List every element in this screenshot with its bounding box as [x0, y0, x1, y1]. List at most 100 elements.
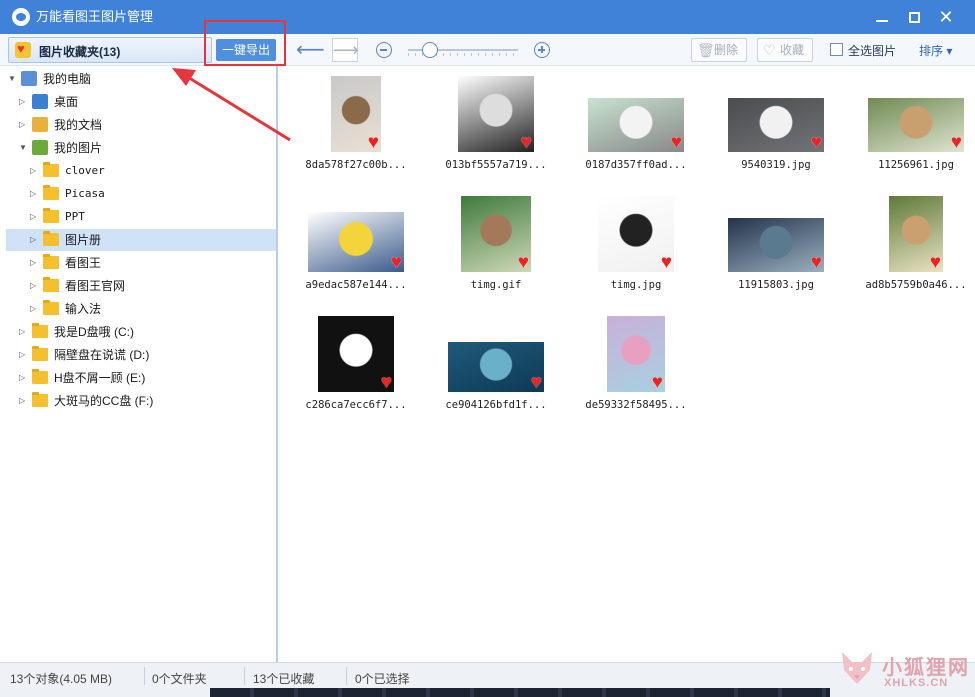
status-folders: 0个文件夹	[152, 672, 207, 686]
favorite-heart-icon[interactable]: ♥	[391, 253, 402, 272]
thumbnail-image[interactable]: ♥	[588, 98, 684, 152]
delete-button[interactable]: 🗑 删除	[691, 38, 747, 62]
thumbnail-image[interactable]: ♥	[318, 316, 394, 392]
collapsed-arrow-icon[interactable]: ▷	[30, 275, 40, 297]
favorite-heart-icon[interactable]: ♥	[951, 133, 962, 152]
collapsed-arrow-icon[interactable]: ▷	[30, 160, 40, 182]
collapsed-arrow-icon[interactable]: ▷	[19, 367, 29, 389]
favorite-heart-icon[interactable]: ♥	[930, 253, 941, 272]
tree-item-label: H盘不屑一顾 (E:)	[54, 371, 146, 385]
tree-item-folder[interactable]: ▷ 看图王	[6, 252, 276, 274]
thumbnail-image[interactable]: ♥	[331, 76, 381, 152]
minimize-button[interactable]	[870, 6, 894, 28]
tree-item-drive[interactable]: ▷ 大斑马的CC盘 (F:)	[6, 390, 276, 412]
computer-icon	[21, 71, 37, 86]
sort-menu[interactable]: 排序 ▾	[919, 42, 952, 59]
tree-item-documents[interactable]: ▷ 我的文档	[6, 114, 276, 136]
tree-item-drive[interactable]: ▷ H盘不屑一顾 (E:)	[6, 367, 276, 389]
favorite-heart-icon[interactable]: ♥	[381, 373, 392, 392]
collapsed-arrow-icon[interactable]: ▷	[30, 298, 40, 320]
folder-icon	[43, 162, 59, 177]
select-all-label[interactable]: 全选图片	[848, 42, 896, 59]
favorites-folder-selector[interactable]: 图片收藏夹(13)	[8, 37, 212, 63]
close-button[interactable]: ✕	[934, 6, 958, 28]
thumbnail-item[interactable]: ♥ 11256961.jpg	[846, 72, 975, 192]
thumbnail-item[interactable]: ♥ timg.jpg	[566, 192, 706, 312]
thumbnail-image[interactable]: ♥	[458, 76, 534, 152]
forward-arrow-icon[interactable]: ⟶	[332, 38, 359, 62]
tree-item-folder[interactable]: ▷ 输入法	[6, 298, 276, 320]
thumbnail-filename: 11256961.jpg	[878, 159, 954, 171]
tree-item-folder[interactable]: ▷ Picasa	[6, 183, 276, 205]
tree-item-drive[interactable]: ▷ 隔壁盘在说谎 (D:)	[6, 344, 276, 366]
tree-item-drive[interactable]: ▷ 我是D盘哦 (C:)	[6, 321, 276, 343]
tree-item-desktop[interactable]: ▷ 桌面	[6, 91, 276, 113]
favorite-heart-icon[interactable]: ♥	[671, 133, 682, 152]
favorite-heart-icon[interactable]: ♥	[518, 253, 529, 272]
tree-item-my-computer[interactable]: ▼ 我的电脑	[6, 68, 276, 90]
favorite-heart-icon[interactable]: ♥	[661, 253, 672, 272]
thumbnail-image[interactable]: ♥	[598, 196, 674, 272]
status-selected: 0个已选择	[355, 672, 410, 686]
back-arrow-icon[interactable]: ⟵	[296, 38, 325, 62]
favorite-heart-icon[interactable]: ♥	[368, 133, 379, 152]
thumbnail-item[interactable]: ♥ 9540319.jpg	[706, 72, 846, 192]
status-favorited: 13个已收藏	[253, 672, 315, 686]
thumbnail-item[interactable]: ♥ timg.gif	[426, 192, 566, 312]
collapsed-arrow-icon[interactable]: ▷	[19, 344, 29, 366]
thumbnail-image[interactable]: ♥	[889, 196, 943, 272]
tree-item-folder[interactable]: ▷ 看图王官网	[6, 275, 276, 297]
thumbnail-item[interactable]: ♥ 11915803.jpg	[706, 192, 846, 312]
collapsed-arrow-icon[interactable]: ▷	[30, 183, 40, 205]
caret-down-icon: ▾	[946, 44, 953, 58]
sort-label: 排序	[919, 44, 944, 58]
folder-icon	[32, 346, 48, 361]
collapsed-arrow-icon[interactable]: ▷	[30, 206, 40, 228]
tree-item-folder[interactable]: ▷ PPT	[6, 206, 276, 228]
thumbnail-image[interactable]: ♥	[728, 218, 824, 272]
zoom-slider-thumb[interactable]	[422, 42, 438, 58]
desktop-icon	[32, 94, 48, 109]
favorite-heart-icon[interactable]: ♥	[811, 133, 822, 152]
favorite-heart-icon[interactable]: ♥	[531, 373, 542, 392]
zoom-out-icon[interactable]	[374, 38, 394, 62]
tree-item-pictures[interactable]: ▼ 我的图片	[6, 137, 276, 159]
thumbnail-image[interactable]: ♥	[607, 316, 665, 392]
collapsed-arrow-icon[interactable]: ▷	[19, 91, 29, 113]
thumbnail-filename: timg.gif	[470, 279, 522, 291]
thumbnail-image[interactable]: ♥	[308, 212, 404, 272]
thumbnail-image[interactable]: ♥	[868, 98, 964, 152]
collapsed-arrow-icon[interactable]: ▷	[19, 390, 29, 412]
thumbnail-item[interactable]: ♥ c286ca7ecc6f7...	[286, 312, 426, 432]
tree-item-label: 输入法	[65, 302, 102, 316]
thumbnail-item[interactable]: ♥ 8da578f27c00b...	[286, 72, 426, 192]
expanded-arrow-icon[interactable]: ▼	[19, 137, 29, 159]
favorite-heart-icon[interactable]: ♥	[652, 373, 663, 392]
collapsed-arrow-icon[interactable]: ▷	[19, 321, 29, 343]
tree-item-label: 我的文档	[54, 118, 103, 132]
zoom-in-icon[interactable]	[532, 38, 552, 62]
collapsed-arrow-icon[interactable]: ▷	[30, 229, 40, 251]
thumbnail-item[interactable]: ♥ a9edac587e144...	[286, 192, 426, 312]
thumbnail-image[interactable]: ♥	[448, 342, 544, 392]
collect-button[interactable]: ♡ 收藏	[757, 38, 813, 62]
maximize-button[interactable]	[902, 6, 926, 28]
tree-item-folder[interactable]: ▷ clover	[6, 160, 276, 182]
fox-logo-icon	[842, 652, 872, 684]
thumbnail-item[interactable]: ♥ 0187d357ff0ad...	[566, 72, 706, 192]
tree-item-label: Picasa	[65, 187, 105, 200]
thumbnail-item[interactable]: ♥ de59332f58495...	[566, 312, 706, 432]
select-all-checkbox[interactable]	[830, 43, 843, 56]
thumbnail-item[interactable]: ♥ ce904126bfd1f...	[426, 312, 566, 432]
favorite-heart-icon[interactable]: ♥	[521, 133, 532, 152]
thumbnail-image[interactable]: ♥	[461, 196, 531, 272]
expanded-arrow-icon[interactable]: ▼	[8, 68, 18, 90]
favorite-heart-icon[interactable]: ♥	[811, 253, 822, 272]
thumbnail-image[interactable]: ♥	[728, 98, 824, 152]
collapsed-arrow-icon[interactable]: ▷	[19, 114, 29, 136]
thumbnail-item[interactable]: ♥ ad8b5759b0a46...	[846, 192, 975, 312]
collapsed-arrow-icon[interactable]: ▷	[30, 252, 40, 274]
tree-item-folder[interactable]: ▷ 图片册	[6, 229, 276, 251]
folder-icon	[43, 300, 59, 315]
thumbnail-item[interactable]: ♥ 013bf5557a719...	[426, 72, 566, 192]
